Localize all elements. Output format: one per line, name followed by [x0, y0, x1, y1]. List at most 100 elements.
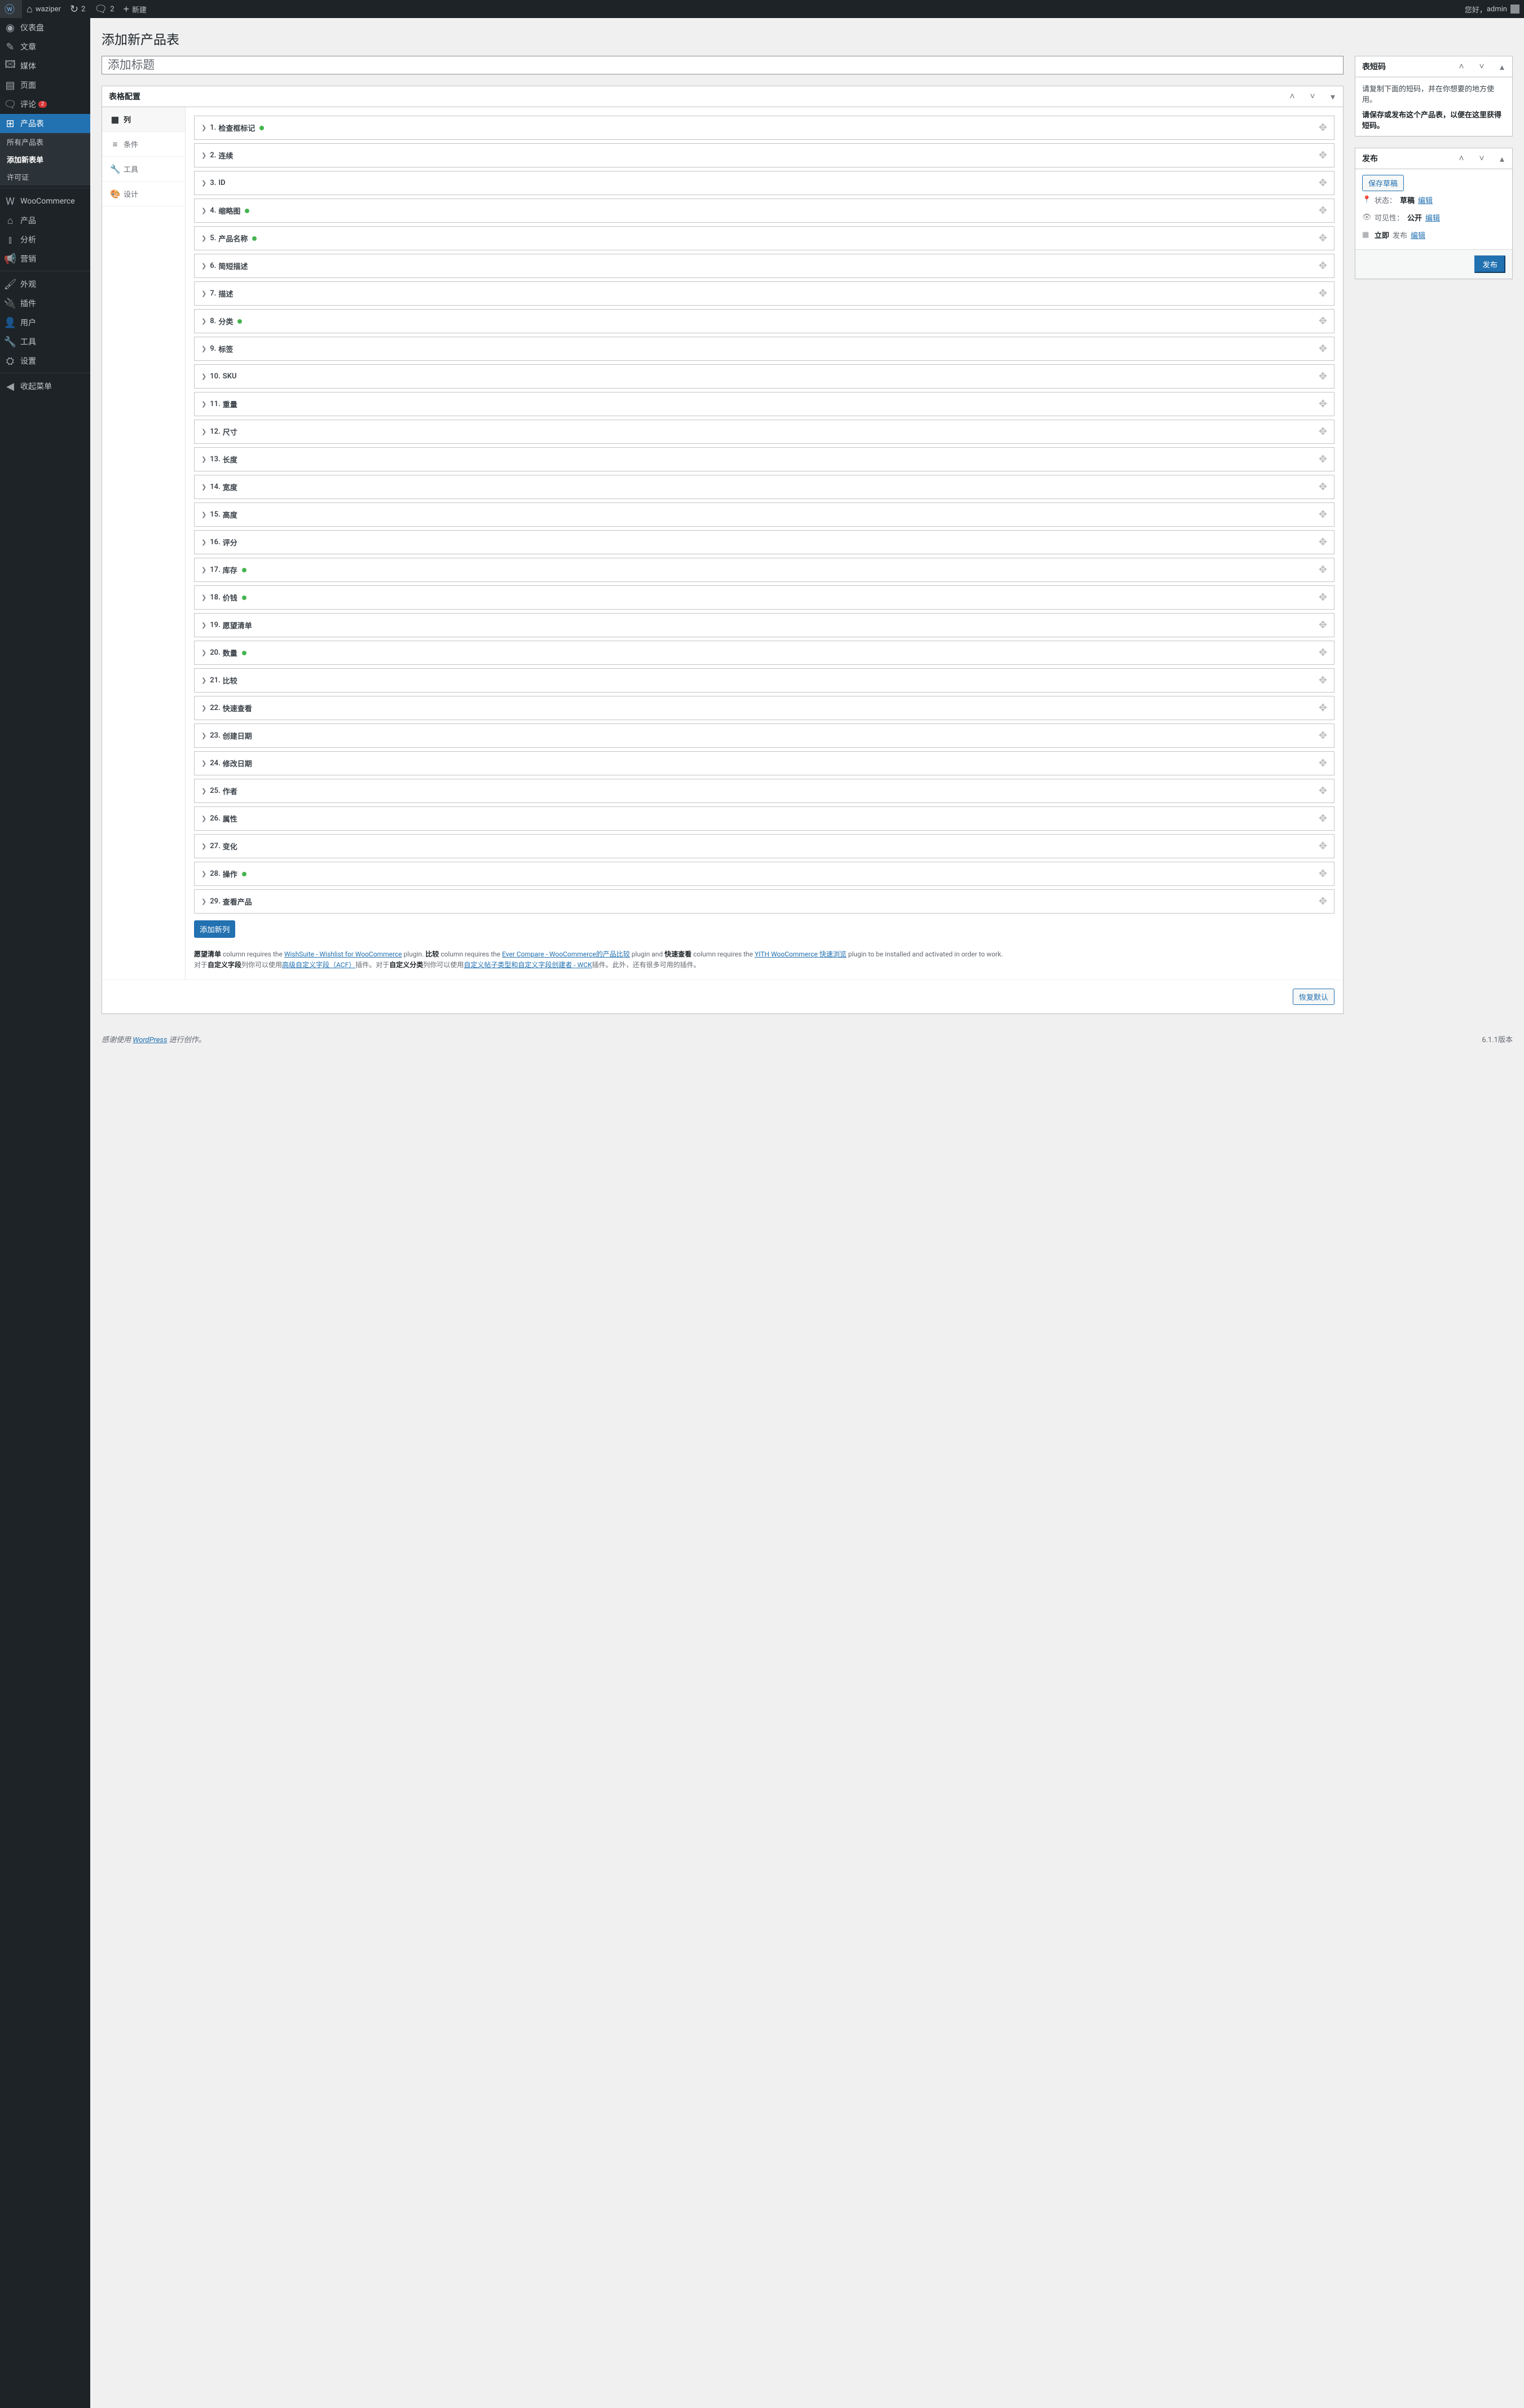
column-row[interactable]: ❯10.SKU✥ — [194, 364, 1334, 389]
acf-link[interactable]: 高级自定义字段（ACF） — [282, 961, 355, 969]
submenu-item[interactable]: 许可证 — [0, 168, 90, 186]
config-tab[interactable]: ≡条件 — [102, 132, 185, 157]
drag-handle-icon[interactable]: ✥ — [1319, 426, 1327, 438]
column-row[interactable]: ❯11.重量✥ — [194, 392, 1334, 416]
menu-item[interactable]: 🔧工具 — [0, 332, 90, 351]
submenu-item[interactable]: 添加新表单 — [0, 151, 90, 168]
comments-link[interactable]: 🗨2 — [90, 0, 118, 18]
move-up-icon[interactable]: ˄ — [1451, 148, 1472, 169]
column-row[interactable]: ❯25.作者✥ — [194, 779, 1334, 803]
move-down-icon[interactable]: ˅ — [1302, 86, 1323, 107]
column-row[interactable]: ❯1.检查框标记✥ — [194, 116, 1334, 140]
drag-handle-icon[interactable]: ✥ — [1319, 205, 1327, 217]
wck-link[interactable]: 自定义帖子类型和自定义字段创建者 - WCK — [464, 961, 592, 969]
add-column-button[interactable]: 添加新列 — [194, 920, 235, 938]
drag-handle-icon[interactable]: ✥ — [1319, 122, 1327, 134]
menu-item[interactable]: ⛭设置 — [0, 351, 90, 371]
drag-handle-icon[interactable]: ✥ — [1319, 371, 1327, 382]
drag-handle-icon[interactable]: ✥ — [1319, 149, 1327, 161]
wishsuite-link[interactable]: WishSuite - Wishlist for WooCommerce — [284, 950, 402, 958]
drag-handle-icon[interactable]: ✥ — [1319, 813, 1327, 824]
drag-handle-icon[interactable]: ✥ — [1319, 453, 1327, 465]
column-row[interactable]: ❯28.操作✥ — [194, 862, 1334, 886]
toggle-icon[interactable]: ▾ — [1323, 86, 1343, 107]
publish-button[interactable]: 发布 — [1474, 255, 1505, 273]
drag-handle-icon[interactable]: ✥ — [1319, 481, 1327, 493]
submenu-item[interactable]: 所有产品表 — [0, 133, 90, 151]
menu-item[interactable]: 🗨评论2 — [0, 95, 90, 114]
column-row[interactable]: ❯18.价钱✥ — [194, 585, 1334, 610]
menu-item[interactable]: 🔌插件 — [0, 294, 90, 313]
site-link[interactable]: ⌂waziper — [22, 0, 65, 18]
edit-visibility-link[interactable]: 编辑 — [1425, 212, 1440, 223]
drag-handle-icon[interactable]: ✥ — [1319, 785, 1327, 797]
column-row[interactable]: ❯15.高度✥ — [194, 502, 1334, 527]
move-down-icon[interactable]: ˅ — [1472, 56, 1492, 77]
drag-handle-icon[interactable]: ✥ — [1319, 619, 1327, 631]
drag-handle-icon[interactable]: ✥ — [1319, 647, 1327, 659]
column-row[interactable]: ❯2.连续✥ — [194, 143, 1334, 167]
drag-handle-icon[interactable]: ✥ — [1319, 564, 1327, 576]
yith-link[interactable]: YITH WooCommerce 快速浏览 — [755, 950, 847, 958]
save-draft-button[interactable]: 保存草稿 — [1362, 175, 1404, 191]
wp-logo[interactable]: ⓦ — [0, 0, 22, 18]
column-row[interactable]: ❯23.创建日期✥ — [194, 724, 1334, 748]
menu-item[interactable]: ▤页面 — [0, 76, 90, 95]
drag-handle-icon[interactable]: ✥ — [1319, 260, 1327, 272]
column-row[interactable]: ❯12.尺寸✥ — [194, 420, 1334, 444]
column-row[interactable]: ❯13.长度✥ — [194, 447, 1334, 471]
column-row[interactable]: ❯24.修改日期✥ — [194, 751, 1334, 775]
column-row[interactable]: ❯17.库存✥ — [194, 558, 1334, 582]
column-row[interactable]: ❯19.愿望清单✥ — [194, 613, 1334, 637]
column-row[interactable]: ❯21.比较✥ — [194, 668, 1334, 693]
drag-handle-icon[interactable]: ✥ — [1319, 702, 1327, 714]
move-down-icon[interactable]: ˅ — [1472, 148, 1492, 169]
drag-handle-icon[interactable]: ✥ — [1319, 177, 1327, 189]
drag-handle-icon[interactable]: ✥ — [1319, 868, 1327, 880]
menu-item[interactable]: ⌂产品 — [0, 211, 90, 230]
edit-status-link[interactable]: 编辑 — [1418, 195, 1433, 205]
toggle-icon[interactable]: ▴ — [1492, 56, 1512, 77]
menu-item[interactable]: 🖾媒体 — [0, 56, 90, 76]
column-row[interactable]: ❯7.描述✥ — [194, 281, 1334, 306]
menu-item[interactable]: ⊞产品表 — [0, 114, 90, 133]
column-row[interactable]: ❯6.简短描述✥ — [194, 254, 1334, 278]
column-row[interactable]: ❯5.产品名称✥ — [194, 226, 1334, 250]
title-input[interactable] — [102, 56, 1344, 74]
drag-handle-icon[interactable]: ✥ — [1319, 757, 1327, 769]
drag-handle-icon[interactable]: ✥ — [1319, 730, 1327, 742]
column-row[interactable]: ❯9.标签✥ — [194, 337, 1334, 361]
menu-item[interactable]: ◉仪表盘 — [0, 18, 90, 37]
drag-handle-icon[interactable]: ✥ — [1319, 288, 1327, 299]
config-tab[interactable]: ▦列 — [102, 107, 185, 132]
new-content[interactable]: +新建 — [119, 0, 152, 18]
column-row[interactable]: ❯14.宽度✥ — [194, 475, 1334, 499]
column-row[interactable]: ❯3.ID✥ — [194, 171, 1334, 195]
edit-schedule-link[interactable]: 编辑 — [1411, 230, 1425, 240]
move-up-icon[interactable]: ˄ — [1451, 56, 1472, 77]
column-row[interactable]: ❯4.缩略图✥ — [194, 199, 1334, 223]
config-tab[interactable]: 🎨设计 — [102, 182, 185, 206]
drag-handle-icon[interactable]: ✥ — [1319, 315, 1327, 327]
column-row[interactable]: ❯29.查看产品✥ — [194, 889, 1334, 914]
drag-handle-icon[interactable]: ✥ — [1319, 896, 1327, 907]
menu-item[interactable]: ⫾分析 — [0, 230, 90, 249]
menu-item[interactable]: 👤用户 — [0, 313, 90, 332]
column-row[interactable]: ❯16.评分✥ — [194, 530, 1334, 554]
config-tab[interactable]: 🔧工具 — [102, 157, 185, 182]
drag-handle-icon[interactable]: ✥ — [1319, 592, 1327, 603]
restore-default-button[interactable]: 恢复默认 — [1293, 989, 1334, 1005]
column-row[interactable]: ❯27.变化✥ — [194, 834, 1334, 858]
toggle-icon[interactable]: ▴ — [1492, 148, 1512, 169]
account-link[interactable]: 您好，admin — [1460, 0, 1524, 18]
move-up-icon[interactable]: ˄ — [1282, 86, 1302, 107]
column-row[interactable]: ❯8.分类✥ — [194, 309, 1334, 333]
drag-handle-icon[interactable]: ✥ — [1319, 674, 1327, 686]
updates-link[interactable]: ↻2 — [65, 0, 90, 18]
drag-handle-icon[interactable]: ✥ — [1319, 343, 1327, 355]
drag-handle-icon[interactable]: ✥ — [1319, 536, 1327, 548]
menu-item[interactable]: WWooCommerce — [0, 192, 90, 211]
menu-item[interactable]: ✎文章 — [0, 37, 90, 56]
menu-item[interactable]: ◀收起菜单 — [0, 377, 90, 396]
drag-handle-icon[interactable]: ✥ — [1319, 509, 1327, 521]
